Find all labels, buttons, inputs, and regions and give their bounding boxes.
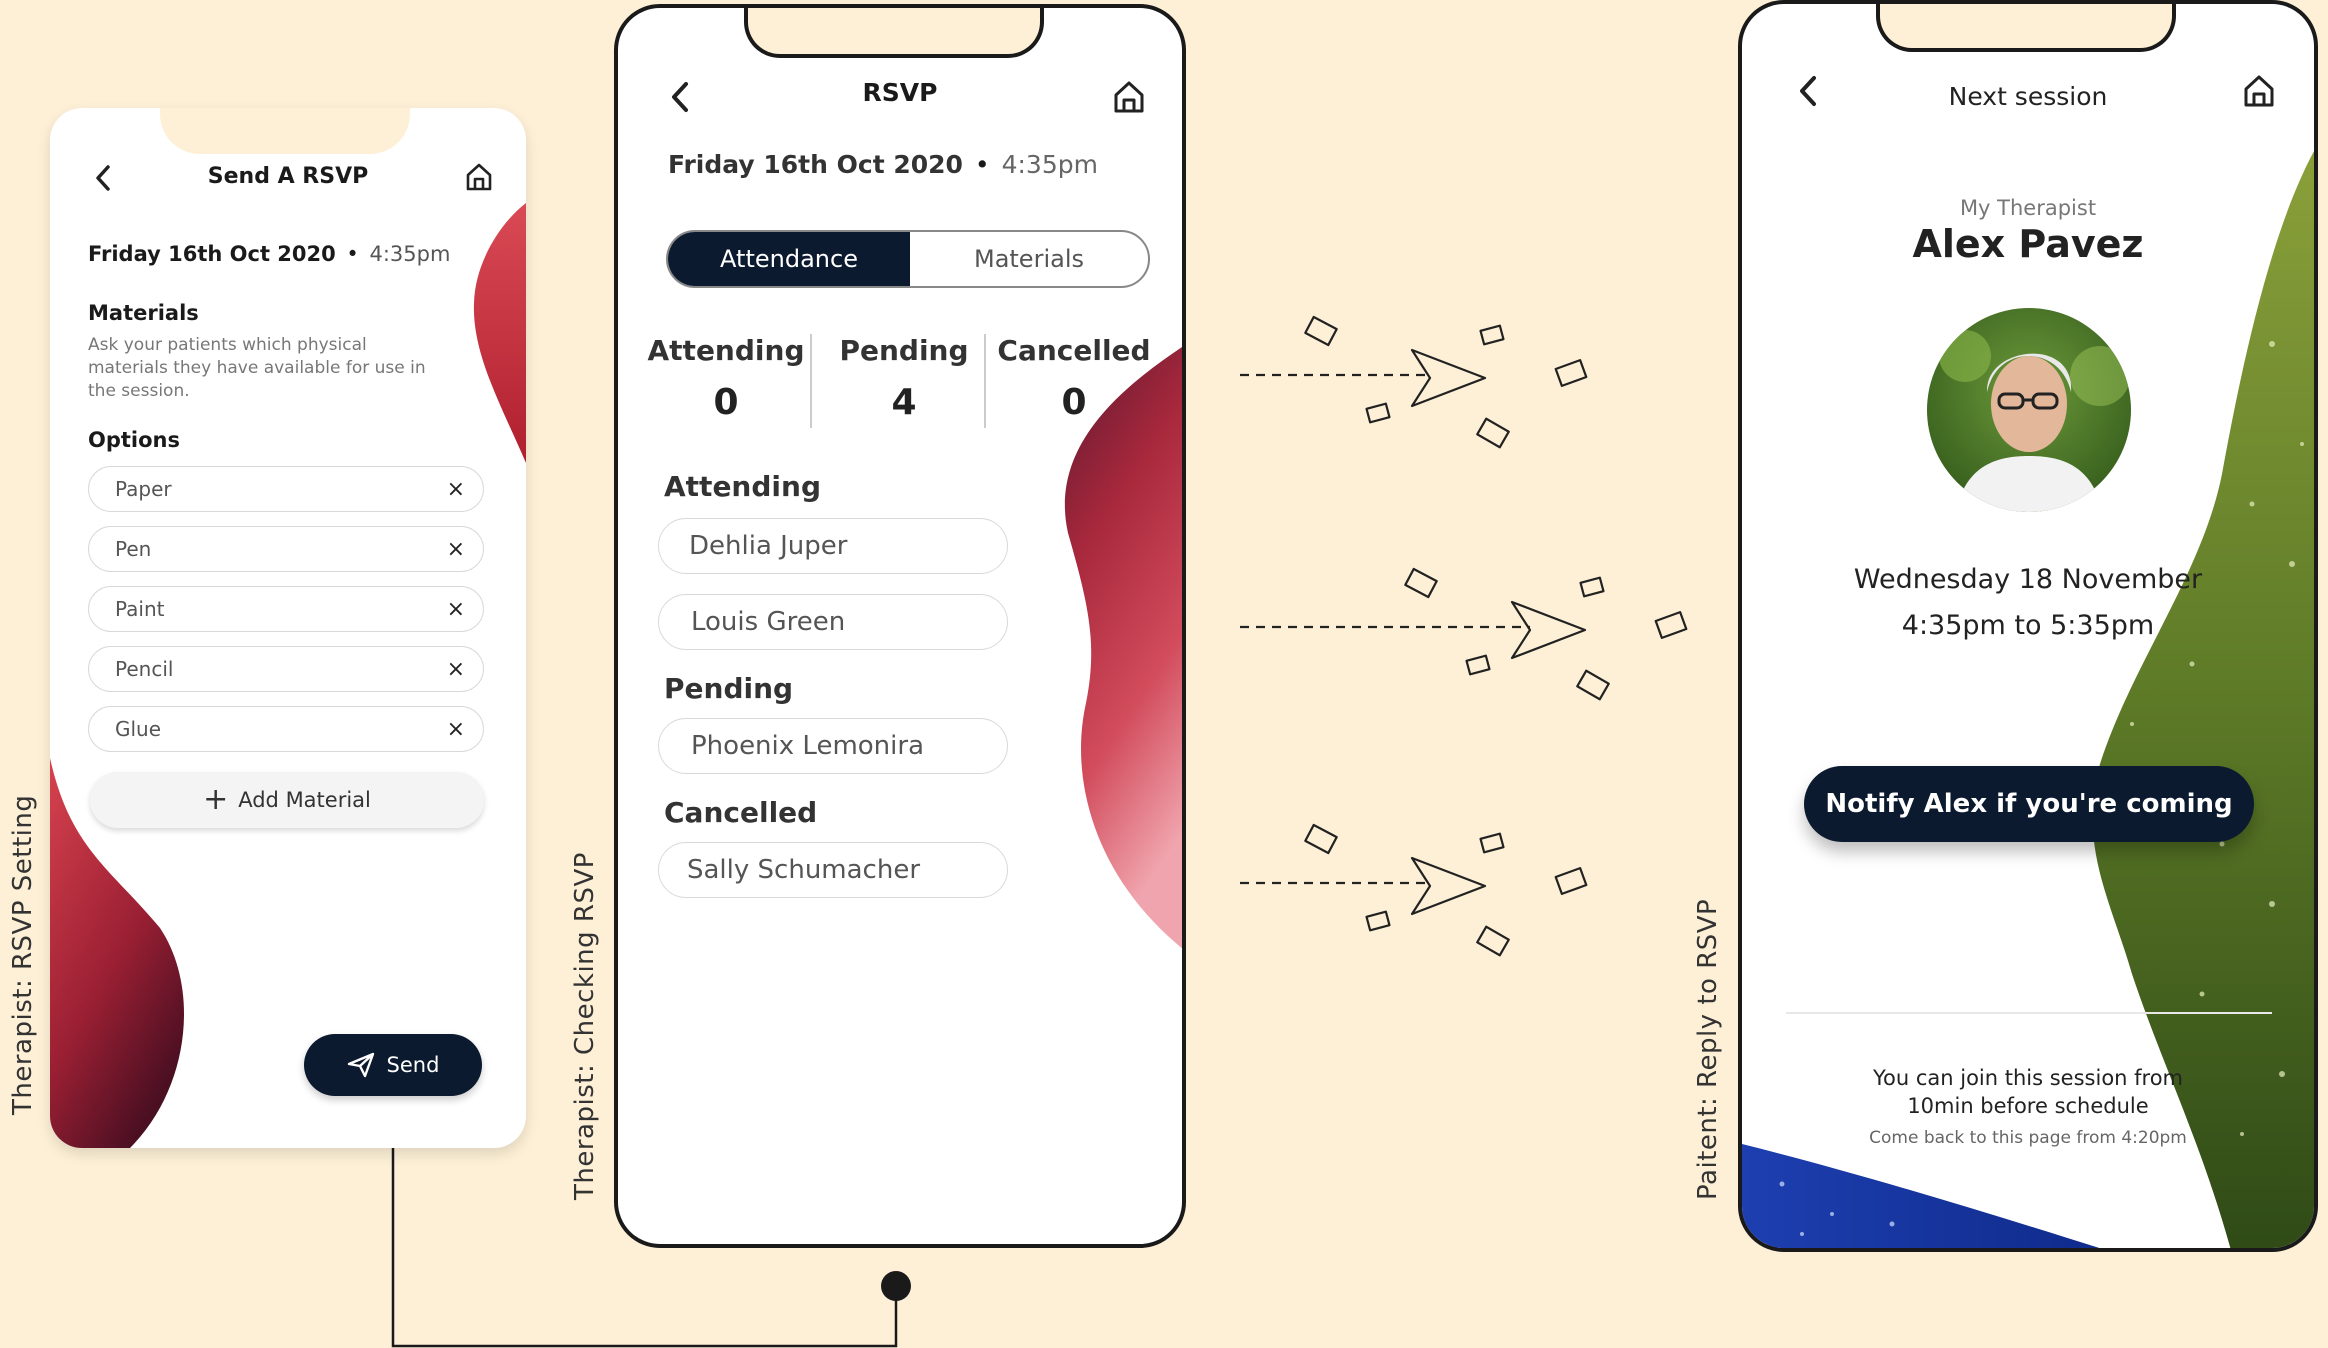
attendee-name: Phoenix Lemonira xyxy=(691,731,924,761)
attendee-name: Louis Green xyxy=(691,607,846,637)
notify-button[interactable]: Notify Alex if you're coming xyxy=(1804,766,2254,842)
attendee-pill[interactable]: Sally Schumacher xyxy=(658,842,1008,898)
come-back-info: Come back to this page from 4:20pm xyxy=(1869,1128,2187,1148)
stat-pending-label: Pending xyxy=(839,334,969,367)
add-material-button[interactable]: + Add Material xyxy=(90,772,484,828)
screen1-title: Send A RSVP xyxy=(207,164,369,189)
option-pencil[interactable]: Pencil × xyxy=(88,646,484,692)
plus-icon: + xyxy=(203,782,229,817)
options-heading: Options xyxy=(88,428,180,452)
dot-separator: • xyxy=(974,150,990,179)
screen2-notch xyxy=(744,8,1044,58)
screen1-red-blob-top xyxy=(473,203,526,463)
remove-icon[interactable]: × xyxy=(447,477,465,502)
attendee-name: Sally Schumacher xyxy=(687,855,921,885)
screen1-datetime: Friday 16th Oct 2020 • 4:35pm xyxy=(88,242,450,266)
screen1-notch xyxy=(160,108,410,154)
screen2-datetime: Friday 16th Oct 2020 • 4:35pm xyxy=(668,150,1098,179)
session-date: Friday 16th Oct 2020 xyxy=(88,242,336,266)
stat-cancelled-label: Cancelled xyxy=(997,334,1151,367)
cancelled-heading: Cancelled xyxy=(664,796,818,829)
remove-icon[interactable]: × xyxy=(447,717,465,742)
send-label: Send xyxy=(386,1053,440,1077)
screen3-title: Next session xyxy=(1948,82,2108,111)
screen2-red-blob xyxy=(1064,347,1182,949)
tab-attendance[interactable]: Attendance xyxy=(668,232,910,286)
screen3-phone: Next session My Therapist Alex Pavez Wed… xyxy=(1738,0,2318,1252)
screen3-blue-wave xyxy=(1742,1144,2100,1248)
session-date: Wednesday 18 November xyxy=(1853,564,2203,595)
remove-icon[interactable]: × xyxy=(447,597,465,622)
option-paint[interactable]: Paint × xyxy=(88,586,484,632)
remove-icon[interactable]: × xyxy=(447,657,465,682)
home-icon[interactable] xyxy=(464,162,494,192)
therapist-avatar xyxy=(1927,308,2131,512)
option-label: Paper xyxy=(115,477,172,501)
remove-icon[interactable]: × xyxy=(447,537,465,562)
therapist-name: Alex Pavez xyxy=(1912,222,2144,266)
option-pen[interactable]: Pen × xyxy=(88,526,484,572)
screen2-phone: RSVP Friday 16th Oct 2020 • 4:35pm Atten… xyxy=(614,4,1186,1248)
screen3-notch xyxy=(1876,4,2176,52)
home-icon[interactable] xyxy=(1112,80,1146,114)
join-info: You can join this session from 10min bef… xyxy=(1872,1066,2184,1118)
screen1-label: Therapist: RSVP Setting xyxy=(8,794,38,1115)
session-date: Friday 16th Oct 2020 xyxy=(668,150,963,179)
screen2-label: Therapist: Checking RSVP xyxy=(570,852,600,1200)
screen2-title: RSVP xyxy=(862,78,938,107)
attendee-pill[interactable]: Phoenix Lemonira xyxy=(658,718,1008,774)
stat-cancelled-value: 0 xyxy=(1061,382,1087,423)
therapist-label: My Therapist xyxy=(1959,196,2097,220)
session-time: 4:35pm xyxy=(369,242,451,266)
send-button[interactable]: Send xyxy=(304,1034,482,1096)
paper-plane-illustrations xyxy=(1240,823,1588,957)
option-label: Pen xyxy=(115,537,152,561)
option-label: Paint xyxy=(115,597,165,621)
tab-bar: Attendance Materials xyxy=(666,230,1150,288)
option-label: Glue xyxy=(115,717,162,741)
attending-heading: Attending xyxy=(664,470,821,503)
stat-pending-value: 4 xyxy=(891,382,917,423)
add-material-label: Add Material xyxy=(238,788,371,812)
tab-materials[interactable]: Materials xyxy=(910,232,1148,286)
stat-divider xyxy=(810,334,812,428)
materials-heading: Materials xyxy=(88,301,199,325)
option-paper[interactable]: Paper × xyxy=(88,466,484,512)
stat-attending-value: 0 xyxy=(713,382,739,423)
session-time-range: 4:35pm to 5:35pm xyxy=(1901,610,2155,641)
option-glue[interactable]: Glue × xyxy=(88,706,484,752)
attendee-pill[interactable]: Dehlia Juper xyxy=(658,518,1008,574)
notify-label: Notify Alex if you're coming xyxy=(1825,789,2233,819)
paper-plane-illustrations xyxy=(1240,567,1688,701)
screen1-phone: Send A RSVP Friday 16th Oct 2020 • 4:35p… xyxy=(50,108,526,1148)
materials-description: Ask your patients which physical materia… xyxy=(88,335,426,401)
home-icon[interactable] xyxy=(2242,74,2276,108)
attendee-pill[interactable]: Louis Green xyxy=(658,594,1008,650)
attendee-name: Dehlia Juper xyxy=(689,531,848,561)
pending-heading: Pending xyxy=(664,672,794,705)
session-time: 4:35pm xyxy=(1001,150,1098,179)
option-label: Pencil xyxy=(115,657,174,681)
dot-separator: • xyxy=(346,242,359,266)
divider xyxy=(1786,1012,2272,1014)
stat-attending-label: Attending xyxy=(647,334,805,367)
send-icon xyxy=(347,1052,374,1078)
